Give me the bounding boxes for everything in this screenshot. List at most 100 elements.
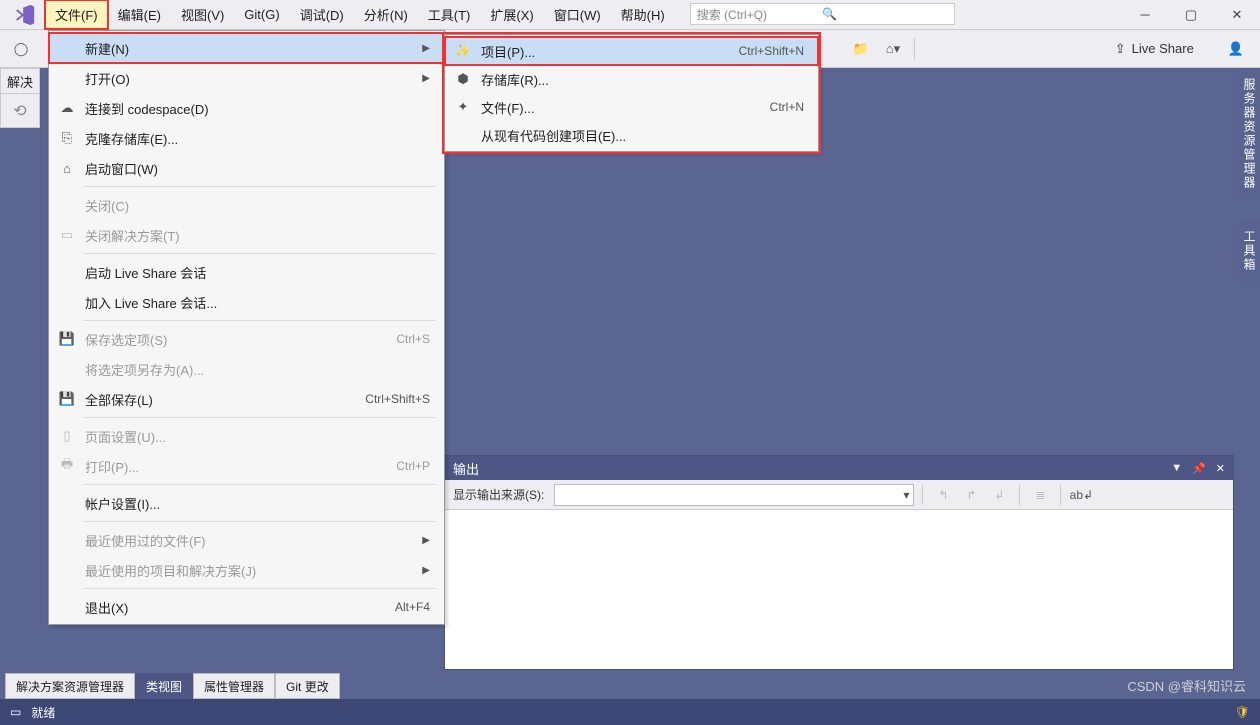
separator bbox=[83, 186, 436, 187]
file-menu-item-16: ▯页面设置(U)... bbox=[49, 421, 444, 451]
menu-item-shortcut: Ctrl+S bbox=[396, 332, 430, 346]
output-title-bar: 输出 ▼ 📌 ✕ bbox=[445, 456, 1233, 480]
close-button[interactable]: ✕ bbox=[1214, 1, 1260, 29]
find-in-files-icon[interactable]: 📁 bbox=[848, 37, 874, 61]
file-menu-item-12: 💾保存选定项(S)Ctrl+S bbox=[49, 324, 444, 354]
submenu-item-label: 存储库(R)... bbox=[475, 70, 804, 89]
menu-item-label: 页面设置(U)... bbox=[79, 427, 430, 446]
menu-item-shortcut: Ctrl+P bbox=[396, 459, 430, 473]
menu-item-label: 启动窗口(W) bbox=[79, 159, 430, 178]
menu-item-icon: ☁ bbox=[55, 100, 79, 116]
menu-item-label: 启动 Live Share 会话 bbox=[79, 263, 430, 282]
menu-item-label: 打开(O) bbox=[79, 69, 414, 88]
menu-item-label: 加入 Live Share 会话... bbox=[79, 293, 430, 312]
menu-edit[interactable]: 编辑(E) bbox=[108, 0, 171, 29]
admin-shield-icon: 🛡 bbox=[1235, 705, 1250, 719]
file-menu-item-14[interactable]: 💾全部保存(L)Ctrl+Shift+S bbox=[49, 384, 444, 414]
home-icon[interactable]: ⌂▾ bbox=[880, 37, 906, 61]
separator bbox=[83, 588, 436, 589]
output-body[interactable] bbox=[445, 510, 1233, 669]
file-menu-item-17: 🖶打印(P)...Ctrl+P bbox=[49, 451, 444, 481]
share-icon: ⇪ bbox=[1115, 41, 1126, 57]
file-menu-item-10[interactable]: 加入 Live Share 会话... bbox=[49, 287, 444, 317]
close-pane-icon[interactable]: ✕ bbox=[1216, 462, 1225, 475]
nav-back-icon[interactable]: ◯ bbox=[8, 37, 34, 61]
status-bar: ▭ 就绪 🛡 bbox=[0, 699, 1260, 725]
submenu-item-label: 文件(F)... bbox=[475, 98, 770, 117]
menu-item-label: 退出(X) bbox=[79, 598, 395, 617]
prev-icon[interactable]: ↰ bbox=[931, 484, 955, 506]
new-submenu-item-3[interactable]: 从现有代码创建项目(E)... bbox=[445, 121, 818, 149]
menu-item-label: 最近使用过的文件(F) bbox=[79, 531, 414, 550]
separator bbox=[83, 521, 436, 522]
output-pane: 输出 ▼ 📌 ✕ 显示输出来源(S): ▾ ↰ ↱ ↲ ≣ ab↲ bbox=[444, 455, 1234, 670]
chevron-right-icon: ▶ bbox=[422, 535, 430, 546]
maximize-button[interactable]: ▢ bbox=[1168, 1, 1214, 29]
new-submenu-item-0[interactable]: ✨项目(P)...Ctrl+Shift+N bbox=[445, 37, 818, 65]
submenu-item-icon: ✨ bbox=[451, 43, 475, 59]
btab-git-changes[interactable]: Git 更改 bbox=[275, 673, 340, 699]
pin-icon[interactable]: 📌 bbox=[1192, 462, 1206, 475]
menu-item-icon: ⌂ bbox=[55, 161, 79, 176]
next-icon[interactable]: ↱ bbox=[959, 484, 983, 506]
menu-analyze[interactable]: 分析(N) bbox=[354, 0, 418, 29]
vs-logo-icon bbox=[5, 0, 45, 29]
file-menu-item-0[interactable]: 新建(N)▶ bbox=[49, 33, 444, 63]
btab-class-view[interactable]: 类视图 bbox=[135, 673, 193, 699]
menu-item-label: 打印(P)... bbox=[79, 457, 396, 476]
menu-debug[interactable]: 调试(D) bbox=[290, 0, 354, 29]
toolbox-tab[interactable]: 工具箱 bbox=[1238, 220, 1260, 282]
file-menu-item-24[interactable]: 退出(X)Alt+F4 bbox=[49, 592, 444, 622]
menu-item-label: 克隆存储库(E)... bbox=[79, 129, 430, 148]
menu-tools[interactable]: 工具(T) bbox=[418, 0, 481, 29]
clear-icon[interactable]: ↲ bbox=[987, 484, 1011, 506]
solution-explorer-tab[interactable]: 解决 bbox=[0, 68, 40, 94]
btab-solution-explorer[interactable]: 解决方案资源管理器 bbox=[5, 673, 135, 699]
wrap-icon[interactable]: ab↲ bbox=[1069, 484, 1093, 506]
server-explorer-tab[interactable]: 服务器资源管理器 bbox=[1238, 68, 1260, 200]
menu-git[interactable]: Git(G) bbox=[234, 0, 289, 29]
chevron-right-icon: ▶ bbox=[422, 565, 430, 576]
menu-item-label: 帐户设置(I)... bbox=[79, 494, 430, 513]
new-submenu-item-1[interactable]: ⬢存储库(R)... bbox=[445, 65, 818, 93]
menu-window[interactable]: 窗口(W) bbox=[544, 0, 611, 29]
new-submenu-item-2[interactable]: ✦文件(F)...Ctrl+N bbox=[445, 93, 818, 121]
file-menu-item-9[interactable]: 启动 Live Share 会话 bbox=[49, 257, 444, 287]
output-source-label: 显示输出来源(S): bbox=[453, 486, 544, 503]
submenu-item-label: 从现有代码创建项目(E)... bbox=[475, 126, 804, 145]
menu-item-shortcut: Alt+F4 bbox=[395, 600, 430, 614]
menu-help[interactable]: 帮助(H) bbox=[611, 0, 675, 29]
status-text: 就绪 bbox=[31, 704, 55, 721]
menu-item-label: 关闭解决方案(T) bbox=[79, 226, 430, 245]
file-menu-dropdown: 新建(N)▶打开(O)▶☁连接到 codespace(D)⎘克隆存储库(E)..… bbox=[48, 30, 445, 625]
new-submenu: ✨项目(P)...Ctrl+Shift+N⬢存储库(R)...✦文件(F)...… bbox=[444, 34, 819, 152]
search-input[interactable]: 搜索 (Ctrl+Q) 🔍 bbox=[690, 3, 955, 25]
nav-back-panel[interactable]: ⟲ bbox=[0, 94, 40, 128]
file-menu-item-3[interactable]: ⎘克隆存储库(E)... bbox=[49, 123, 444, 153]
file-menu-item-19[interactable]: 帐户设置(I)... bbox=[49, 488, 444, 518]
chevron-right-icon: ▶ bbox=[422, 73, 430, 84]
menu-item-label: 连接到 codespace(D) bbox=[79, 99, 430, 118]
minimize-button[interactable]: ─ bbox=[1122, 1, 1168, 29]
menu-ext[interactable]: 扩展(X) bbox=[480, 0, 543, 29]
submenu-item-shortcut: Ctrl+N bbox=[770, 100, 804, 114]
menu-item-label: 新建(N) bbox=[79, 39, 414, 58]
menu-view[interactable]: 视图(V) bbox=[171, 0, 234, 29]
window-controls: ─ ▢ ✕ bbox=[1122, 0, 1260, 29]
account-icon[interactable]: 👤 bbox=[1220, 41, 1252, 57]
bottom-tool-tabs: 解决方案资源管理器 类视图 属性管理器 Git 更改 bbox=[5, 673, 340, 699]
menu-file[interactable]: 文件(F) bbox=[45, 0, 108, 29]
window-options-icon[interactable]: ▼ bbox=[1171, 462, 1182, 474]
output-source-combo[interactable]: ▾ bbox=[554, 484, 914, 506]
file-menu-item-4[interactable]: ⌂启动窗口(W) bbox=[49, 153, 444, 183]
file-menu-item-2[interactable]: ☁连接到 codespace(D) bbox=[49, 93, 444, 123]
live-share-button[interactable]: ⇪ Live Share bbox=[1105, 41, 1204, 57]
submenu-item-icon: ⬢ bbox=[451, 71, 475, 87]
separator bbox=[914, 38, 915, 60]
btab-property-manager[interactable]: 属性管理器 bbox=[193, 673, 275, 699]
list-icon[interactable]: ≣ bbox=[1028, 484, 1052, 506]
watermark: CSDN @睿科知识云 bbox=[1127, 676, 1246, 695]
menu-item-label: 最近使用的项目和解决方案(J) bbox=[79, 561, 414, 580]
file-menu-item-22: 最近使用的项目和解决方案(J) ▶ bbox=[49, 555, 444, 585]
file-menu-item-1[interactable]: 打开(O) ▶ bbox=[49, 63, 444, 93]
